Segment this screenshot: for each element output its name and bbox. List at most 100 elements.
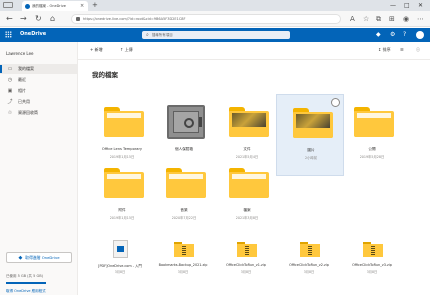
profile-icon[interactable]: ◉ <box>403 14 409 24</box>
file-name: [PDF]OneDrive.com - 入門 <box>98 264 142 268</box>
address-bar-row: ← → ↻ ⌂ https://onedrive.live.com/?id=ro… <box>0 11 430 27</box>
reading-view-icon[interactable]: A <box>350 14 355 24</box>
file-item[interactable]: OfficeClickToRun_v1.zip 3月8日 <box>212 236 280 286</box>
folder-date: 2小時前 <box>305 156 317 160</box>
page-title: 我的檔案 <box>92 71 118 79</box>
back-icon[interactable]: ← <box>6 14 13 24</box>
get-premium-button[interactable]: ◆ 取得進階 OneDrive <box>6 252 72 263</box>
sidebar-item-photos[interactable]: ▣ 相片 <box>0 86 78 96</box>
folder-date: 2019年5月28日 <box>359 155 385 159</box>
search-input[interactable]: ⌕ 搜尋所有項目 <box>142 31 290 39</box>
premium-diamond-icon[interactable]: ◆ <box>376 30 381 40</box>
sidebar-item-shared[interactable]: ⤴ 已共用 <box>0 97 78 107</box>
upload-button[interactable]: ↑ 上傳 <box>120 47 133 53</box>
close-window-button[interactable]: ✕ <box>418 1 423 10</box>
file-name: OfficeClickToRun_v2.zip <box>289 263 329 267</box>
sidebar-item-my-files[interactable]: ▭ 我的檔案 <box>0 64 78 74</box>
file-date: 3月8日 <box>177 270 189 274</box>
minimize-button[interactable]: — <box>390 1 396 10</box>
folder-date: 2020年7月22日 <box>171 216 197 220</box>
file-name: Bookmarks-Backup_2021.zip <box>158 263 208 267</box>
file-date: 3月8日 <box>303 270 315 274</box>
new-tab-button[interactable]: + <box>92 1 98 10</box>
tab-title: 我的檔案 - OneDrive <box>32 3 66 8</box>
onedrive-header: OneDrive ⌕ 搜尋所有項目 ◆ ⚙ ? <box>0 28 430 42</box>
folder-name: 音樂 <box>180 208 188 212</box>
zip-folder-icon <box>174 242 194 257</box>
view-options-button[interactable]: ☰ <box>400 47 404 52</box>
folder-with-thumbnail-icon <box>293 108 333 138</box>
get-apps-link[interactable]: 取得 OneDrive 應用程式 <box>6 289 46 294</box>
file-item[interactable]: OfficeClickToRun_v3.zip 3月8日 <box>338 236 406 286</box>
folder-date: 2021年3月8日 <box>235 216 259 220</box>
search-placeholder: 搜尋所有項目 <box>151 32 173 37</box>
home-icon[interactable]: ⌂ <box>50 14 55 24</box>
maximize-button[interactable]: □ <box>404 1 410 10</box>
sidebar-item-label: 我的檔案 <box>18 66 34 71</box>
folder-icon <box>354 107 394 137</box>
premium-label: 取得進階 OneDrive <box>25 254 60 260</box>
details-pane-button[interactable]: ⓘ <box>416 47 420 53</box>
storage-bar <box>6 282 46 284</box>
favorite-icon[interactable]: ☆ <box>363 14 369 24</box>
extensions-icon[interactable]: ⊞ <box>389 14 395 24</box>
folder-icon: ▭ <box>7 65 13 72</box>
photo-icon: ▣ <box>7 87 13 94</box>
app-launcher-icon[interactable] <box>5 31 12 38</box>
browser-tab[interactable]: 我的檔案 - OneDrive × <box>22 1 88 11</box>
sidebar-item-label: 相片 <box>18 88 26 93</box>
zip-folder-icon <box>300 242 320 257</box>
collections-icon[interactable]: ⧉ <box>376 14 381 24</box>
storage-text[interactable]: 已使用 5 GB (共 5 GB) <box>6 274 43 279</box>
folder-icon <box>104 107 144 137</box>
folder-with-thumbnail-icon <box>229 107 269 137</box>
zip-folder-icon <box>237 242 257 257</box>
file-date: 3月8日 <box>366 270 378 274</box>
sidebar-item-recent[interactable]: ◷ 最近 <box>0 75 78 85</box>
file-item[interactable]: OfficeClickToRun_v2.zip 3月8日 <box>275 236 343 286</box>
url-field[interactable]: https://onedrive.live.com/?id=root&cid=9… <box>71 14 341 24</box>
file-item[interactable]: Bookmarks-Backup_2021.zip 3月8日 <box>149 236 217 286</box>
tab-close-icon[interactable]: × <box>80 3 84 9</box>
folder-tile-selected[interactable]: 圖片 2小時前 <box>276 94 344 176</box>
zip-folder-icon <box>363 242 383 257</box>
url-text: https://onedrive.live.com/?id=root&cid=9… <box>83 17 186 21</box>
command-bar: + 新增 ↑ 上傳 ↕ 排序 ☰ ⓘ <box>78 42 430 60</box>
browser-tab-bar: 我的檔案 - OneDrive × + — □ ✕ <box>0 0 430 11</box>
file-date: 3月8日 <box>114 270 126 274</box>
file-name: OfficeClickToRun_v3.zip <box>352 263 392 267</box>
vault-safe-icon <box>167 105 205 139</box>
sidebar-item-label: 最近 <box>18 77 26 82</box>
folder-name: 公開 <box>368 147 376 151</box>
forward-icon[interactable]: → <box>20 14 27 24</box>
folder-tile[interactable]: 公開 2019年5月28日 <box>338 97 406 179</box>
search-icon: ⌕ <box>146 31 149 38</box>
lock-icon <box>76 17 80 21</box>
file-date: 3月8日 <box>240 270 252 274</box>
help-icon[interactable]: ? <box>403 30 406 40</box>
folder-name: 個人保險箱 <box>175 147 193 151</box>
folder-tile[interactable]: 附件 2019年1月15日 <box>88 158 156 240</box>
share-icon: ⤴ <box>7 98 13 105</box>
new-button[interactable]: + 新增 <box>90 47 103 53</box>
avatar[interactable] <box>416 31 424 39</box>
more-icon[interactable]: ⋯ <box>417 14 424 24</box>
refresh-icon[interactable]: ↻ <box>35 14 42 24</box>
folder-name: 檔案 <box>243 208 251 212</box>
folder-icon <box>229 168 269 198</box>
settings-icon[interactable]: ⚙ <box>390 30 395 40</box>
onedrive-brand[interactable]: OneDrive <box>20 31 46 37</box>
file-item[interactable]: [PDF]OneDrive.com - 入門 3月8日 <box>86 236 154 286</box>
tab-actions-icon[interactable] <box>3 2 13 8</box>
folder-name: 文件 <box>243 147 251 151</box>
sidebar-item-recycle-bin[interactable]: ♲ 資源回收筒 <box>0 108 78 118</box>
user-name[interactable]: Lawrence Lee <box>6 51 34 56</box>
storage-bar-fill <box>6 282 46 284</box>
sort-button[interactable]: ↕ 排序 <box>378 47 391 53</box>
sidebar: Lawrence Lee ▭ 我的檔案 ◷ 最近 ▣ 相片 ⤴ 已共用 ♲ 資源… <box>0 42 78 295</box>
folder-tile[interactable]: 檔案 2021年3月8日 <box>213 158 281 240</box>
onedrive-favicon-icon <box>25 3 30 9</box>
folder-tile[interactable]: 音樂 2020年7月22日 <box>150 158 218 240</box>
clock-icon: ◷ <box>7 76 13 83</box>
folder-date: 2019年1月15日 <box>109 216 135 220</box>
